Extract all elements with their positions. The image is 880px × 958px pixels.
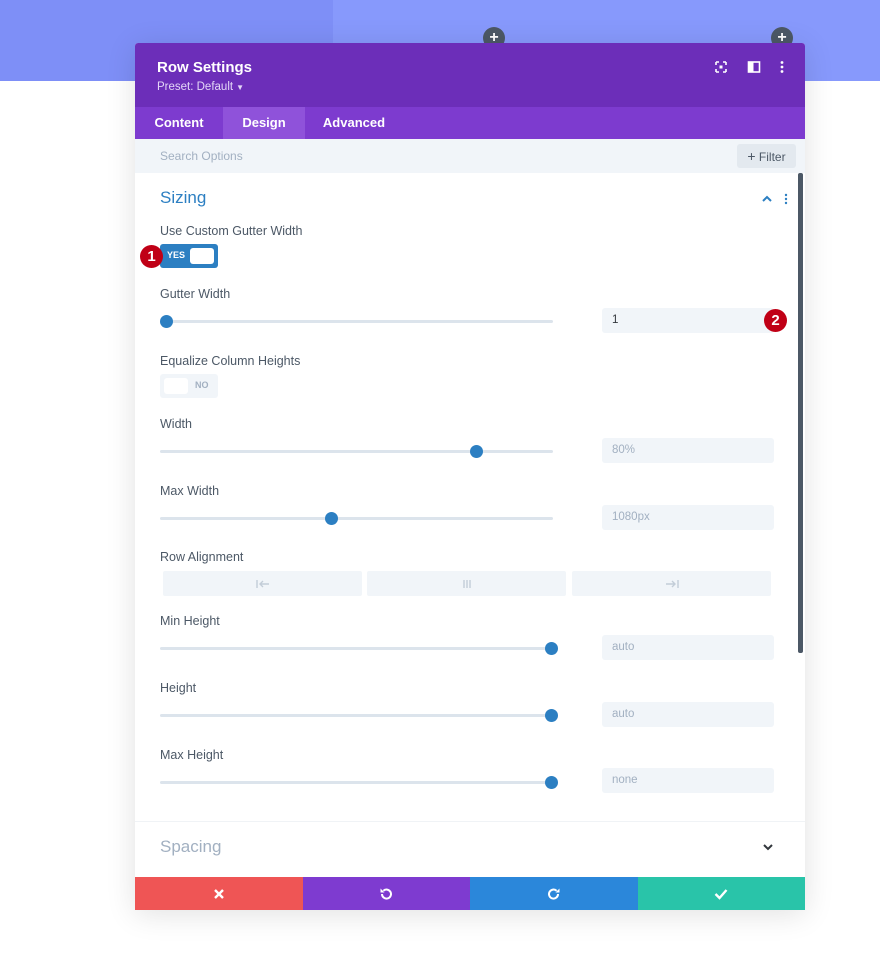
align-left-button[interactable]	[163, 571, 362, 596]
undo-icon	[379, 887, 393, 901]
cancel-button[interactable]	[135, 877, 303, 910]
modal-title: Row Settings	[157, 59, 252, 76]
search-bar: Search Options + Filter	[135, 139, 805, 173]
redo-button[interactable]	[470, 877, 638, 910]
save-button[interactable]	[638, 877, 806, 910]
min-height-slider[interactable]	[160, 647, 553, 650]
section-title-sizing[interactable]: Sizing	[160, 188, 206, 208]
slider-thumb[interactable]	[545, 776, 558, 789]
align-center-button[interactable]	[367, 571, 566, 596]
undo-button[interactable]	[303, 877, 471, 910]
slider-thumb[interactable]	[470, 445, 483, 458]
row-alignment-label: Row Alignment	[160, 550, 243, 564]
max-height-input[interactable]: none	[602, 768, 774, 793]
row-settings-modal: Row Settings Preset: Default▼ Content De…	[135, 43, 805, 910]
tab-advanced[interactable]: Advanced	[305, 107, 403, 139]
height-input[interactable]: auto	[602, 702, 774, 727]
tab-content[interactable]: Content	[135, 107, 223, 139]
slider-thumb[interactable]	[325, 512, 338, 525]
min-height-label: Min Height	[160, 614, 220, 628]
slider-thumb[interactable]	[160, 315, 173, 328]
modal-header: Row Settings Preset: Default▼	[135, 43, 805, 107]
align-right-button[interactable]	[572, 571, 771, 596]
plus-icon: +	[747, 148, 755, 164]
height-slider[interactable]	[160, 714, 553, 717]
width-label: Width	[160, 417, 192, 431]
min-height-input[interactable]: auto	[602, 635, 774, 660]
redo-icon	[547, 887, 561, 901]
gutter-width-slider[interactable]	[160, 320, 553, 323]
annotation-marker-1: 1	[140, 245, 163, 268]
max-width-slider[interactable]	[160, 517, 553, 520]
max-width-input[interactable]: 1080px	[602, 505, 774, 530]
align-center-icon	[460, 579, 474, 589]
close-icon	[213, 888, 225, 900]
preset-selector[interactable]: Preset: Default▼	[157, 81, 244, 93]
use-custom-gutter-label: Use Custom Gutter Width	[160, 224, 302, 238]
toggle-state-label: YES	[167, 250, 185, 260]
width-slider[interactable]	[160, 450, 553, 453]
toggle-knob	[164, 378, 188, 394]
toggle-state-label: NO	[195, 380, 209, 390]
annotation-marker-2: 2	[764, 309, 787, 332]
filter-button[interactable]: + Filter	[737, 144, 796, 168]
fullscreen-icon[interactable]	[713, 59, 729, 75]
split-view-icon[interactable]	[746, 59, 762, 75]
slider-thumb[interactable]	[545, 642, 558, 655]
height-label: Height	[160, 681, 196, 695]
equalize-heights-toggle[interactable]: NO	[160, 374, 218, 398]
align-right-icon	[665, 579, 679, 589]
gutter-width-input[interactable]: 1	[602, 308, 774, 333]
chevron-up-icon[interactable]	[761, 194, 773, 204]
section-divider	[135, 821, 805, 822]
max-width-label: Max Width	[160, 484, 219, 498]
width-input[interactable]: 80%	[602, 438, 774, 463]
section-title-spacing[interactable]: Spacing	[160, 837, 221, 857]
search-input[interactable]: Search Options	[160, 149, 243, 163]
tab-design[interactable]: Design	[223, 107, 305, 139]
caret-down-icon: ▼	[236, 83, 244, 92]
preset-label: Preset: Default	[157, 81, 233, 93]
scrollbar[interactable]	[798, 173, 803, 653]
chevron-down-icon[interactable]	[762, 842, 774, 852]
toggle-knob	[190, 248, 214, 264]
equalize-heights-label: Equalize Column Heights	[160, 354, 300, 368]
more-options-icon[interactable]	[774, 59, 790, 75]
modal-footer	[135, 877, 805, 910]
section-more-icon[interactable]	[783, 192, 789, 206]
align-left-icon	[256, 579, 270, 589]
slider-thumb[interactable]	[545, 709, 558, 722]
settings-tabs: Content Design Advanced	[135, 107, 805, 139]
max-height-slider[interactable]	[160, 781, 553, 784]
gutter-width-label: Gutter Width	[160, 287, 230, 301]
use-custom-gutter-toggle[interactable]: YES	[160, 244, 218, 268]
max-height-label: Max Height	[160, 748, 223, 762]
filter-label: Filter	[759, 150, 786, 164]
check-icon	[714, 888, 728, 900]
